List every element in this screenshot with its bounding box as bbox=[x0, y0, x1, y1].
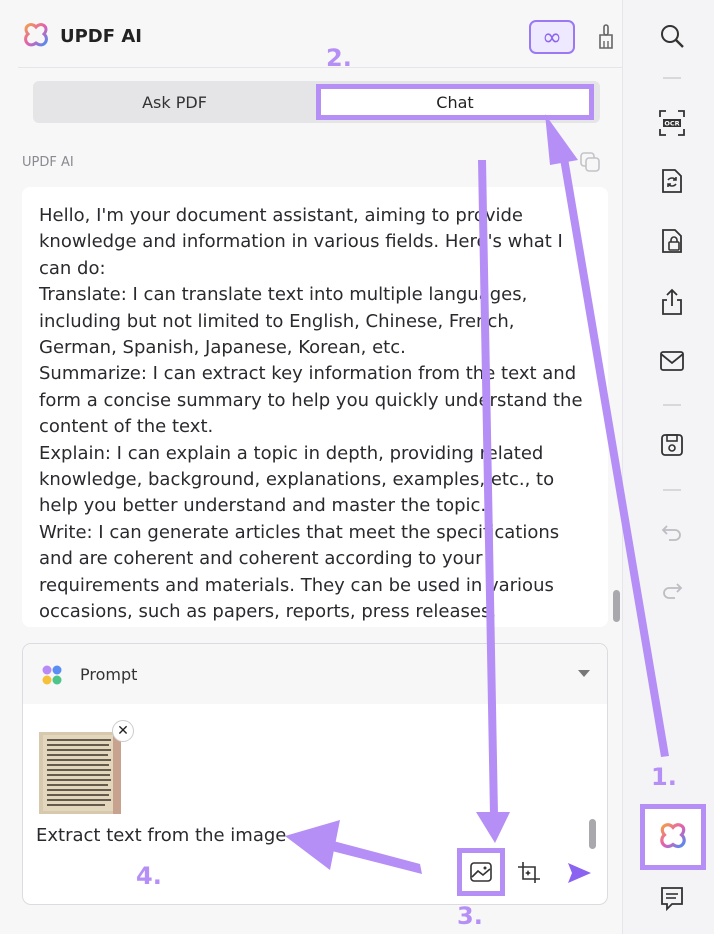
undo-icon bbox=[661, 525, 681, 541]
convert-button[interactable] bbox=[657, 166, 687, 196]
assistant-message: Hello, I'm your document assistant, aimi… bbox=[22, 187, 608, 627]
prompt-scrollbar[interactable] bbox=[589, 819, 596, 849]
ocr-icon: OCR bbox=[659, 110, 685, 136]
protect-button[interactable] bbox=[657, 226, 687, 256]
app-title: UPDF AI bbox=[60, 26, 142, 47]
message-paragraph: Hello, I'm your document assistant, aimi… bbox=[39, 205, 563, 279]
save-button[interactable] bbox=[657, 430, 687, 460]
header-divider bbox=[18, 67, 622, 68]
prompt-label: Prompt bbox=[80, 665, 138, 684]
prompt-header[interactable]: Prompt bbox=[23, 644, 607, 704]
manuscript-image bbox=[39, 732, 121, 814]
email-button[interactable] bbox=[657, 346, 687, 376]
comment-icon bbox=[661, 887, 683, 912]
svg-text:OCR: OCR bbox=[664, 120, 679, 128]
prompt-input[interactable] bbox=[36, 825, 456, 846]
copy-icon[interactable] bbox=[578, 150, 602, 174]
infinity-icon: ∞ bbox=[542, 23, 562, 51]
message-paragraph: Summarize: I can extract key information… bbox=[39, 363, 583, 438]
chevron-down-icon[interactable] bbox=[578, 670, 590, 677]
tab-chat[interactable]: Chat bbox=[316, 84, 594, 120]
prompt-dots-icon bbox=[42, 665, 62, 685]
send-icon bbox=[568, 863, 591, 883]
annotation-step-1: 1. bbox=[651, 763, 677, 791]
upload-image-button[interactable] bbox=[457, 848, 505, 896]
ai-panel: UPDF AI ∞ Ask PDF UPDF AI Hello, I'm you… bbox=[0, 0, 622, 934]
save-icon bbox=[661, 434, 683, 456]
comment-button[interactable] bbox=[657, 884, 687, 914]
annotation-step-4: 4. bbox=[136, 862, 162, 890]
chat-scrollbar[interactable] bbox=[613, 590, 620, 622]
message-text: Hello, I'm your document assistant, aimi… bbox=[39, 203, 594, 627]
ai-assistant-button[interactable] bbox=[640, 804, 706, 870]
toolbar-divider bbox=[663, 489, 681, 491]
search-button[interactable] bbox=[657, 21, 687, 51]
annotation-step-3: 3. bbox=[457, 902, 483, 930]
image-icon bbox=[470, 862, 492, 882]
undo-button[interactable] bbox=[657, 518, 687, 548]
ocr-button[interactable]: OCR bbox=[657, 108, 687, 138]
ai-assistant-icon bbox=[660, 823, 686, 849]
message-paragraph: Explain: I can explain a topic in depth,… bbox=[39, 442, 555, 517]
screenshot-button[interactable] bbox=[516, 860, 542, 886]
share-icon bbox=[662, 288, 682, 315]
toolbar-divider bbox=[663, 404, 681, 406]
mail-icon bbox=[660, 351, 684, 371]
unlimited-button[interactable]: ∞ bbox=[529, 20, 575, 54]
annotation-step-2: 2. bbox=[326, 44, 352, 72]
message-paragraph: Write: I can generate articles that meet… bbox=[39, 521, 560, 623]
broom-icon bbox=[599, 24, 613, 49]
share-button[interactable] bbox=[657, 287, 687, 317]
convert-icon bbox=[662, 169, 682, 193]
message-sender: UPDF AI bbox=[22, 155, 74, 170]
send-button[interactable] bbox=[566, 860, 592, 886]
redo-icon bbox=[663, 583, 683, 599]
right-toolbar bbox=[622, 0, 714, 934]
clear-chat-button[interactable] bbox=[592, 22, 620, 52]
remove-image-button[interactable]: ✕ bbox=[112, 720, 134, 742]
search-icon bbox=[661, 25, 684, 48]
attached-image-thumbnail[interactable] bbox=[39, 732, 121, 814]
protect-icon bbox=[662, 229, 682, 253]
redo-button[interactable] bbox=[657, 576, 687, 606]
tab-ask-pdf[interactable]: Ask PDF bbox=[33, 81, 316, 123]
updf-logo-icon bbox=[24, 23, 48, 47]
crop-icon bbox=[518, 862, 540, 883]
toolbar-divider bbox=[663, 77, 681, 79]
message-paragraph: Translate: I can translate text into mul… bbox=[39, 284, 528, 359]
